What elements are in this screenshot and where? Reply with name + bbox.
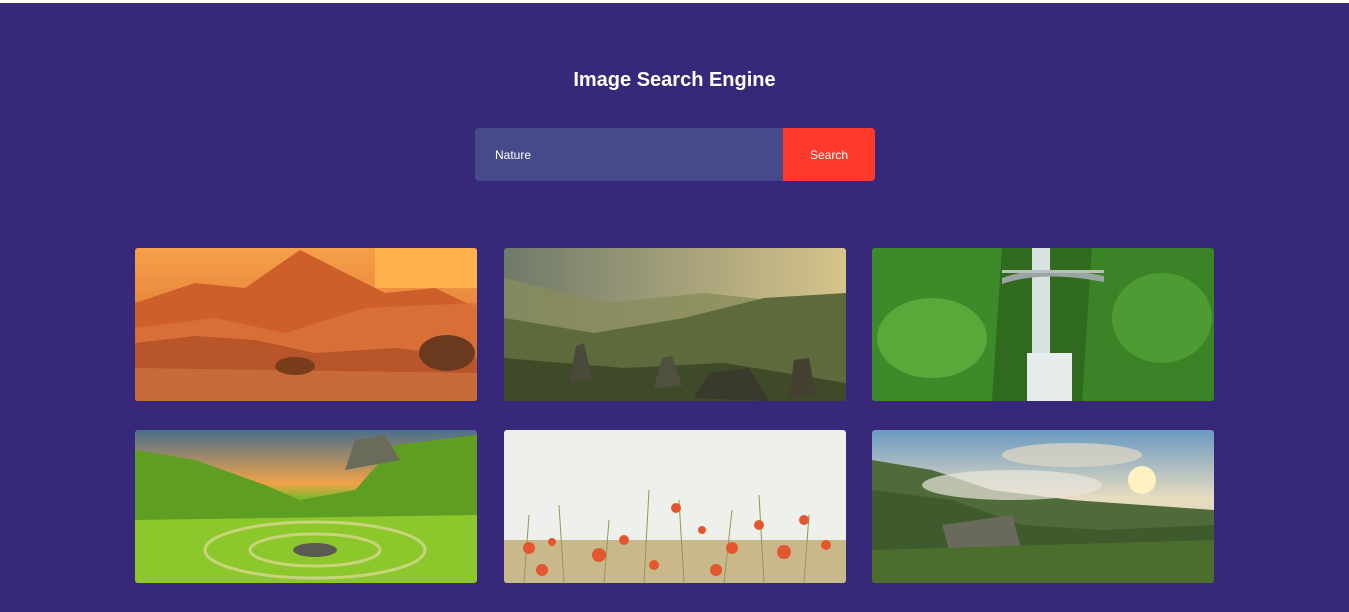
search-form: Search — [475, 128, 875, 181]
desert-mountain-sunset-image[interactable] — [135, 248, 477, 401]
search-input[interactable] — [475, 128, 783, 181]
page-title: Image Search Engine — [573, 69, 776, 91]
waterfall-bridge-image[interactable] — [872, 248, 1214, 401]
green-hills-stone-circle-image[interactable] — [135, 430, 477, 583]
valley-rocks-hiker-image[interactable] — [504, 248, 846, 401]
search-button[interactable]: Search — [783, 128, 875, 181]
poppy-field-image[interactable] — [504, 430, 846, 583]
top-border — [0, 0, 1349, 3]
misty-cliffs-sunrise-image[interactable] — [872, 430, 1214, 583]
